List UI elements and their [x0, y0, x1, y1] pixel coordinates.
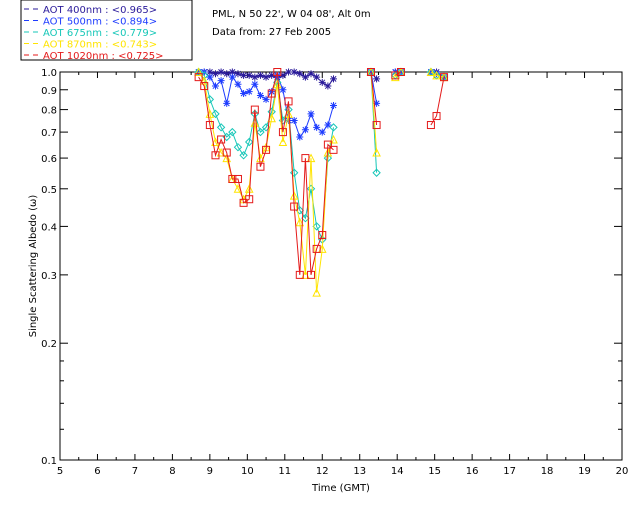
y-tick-label: 0.2 — [41, 339, 57, 350]
data-point-asterisk — [296, 70, 304, 78]
data-point-asterisk — [251, 80, 259, 88]
series-2 — [194, 67, 449, 244]
data-point-asterisk — [290, 68, 298, 76]
x-tick-label: 20 — [616, 466, 629, 477]
x-axis-label: Time (GMT) — [311, 483, 370, 494]
y-tick-label: 0.4 — [41, 222, 57, 233]
data-point-asterisk — [318, 78, 326, 86]
data-point-asterisk — [256, 91, 264, 99]
x-tick-label: 16 — [466, 466, 479, 477]
data-point-asterisk — [307, 110, 315, 118]
x-tick-label: 14 — [391, 466, 404, 477]
data-point-asterisk — [211, 70, 219, 78]
legend-label: AOT 500nm : <0.894> — [43, 17, 157, 28]
data-point-square — [426, 121, 435, 130]
data-point-asterisk — [223, 70, 231, 78]
chart-title-line-1: PML, N 50 22', W 04 08', Alt 0m — [212, 9, 371, 20]
x-tick-label: 13 — [353, 466, 366, 477]
data-point-asterisk — [228, 73, 236, 81]
data-point-asterisk — [245, 71, 253, 79]
plot-frame — [59, 71, 623, 461]
legend-label: AOT 1020nm : <0.725> — [43, 51, 163, 62]
legend-label: AOT 870nm : <0.743> — [43, 40, 157, 51]
albedo-chart: AOT 400nm : <0.965>AOT 500nm : <0.894>AO… — [20, 0, 629, 494]
x-tick-label: 11 — [278, 466, 291, 477]
data-point-asterisk — [296, 133, 304, 141]
y-axis-label: Single Scattering Albedo (ω) — [28, 195, 39, 338]
x-tick-label: 9 — [207, 466, 213, 477]
data-point-asterisk — [240, 90, 248, 98]
data-point-asterisk — [223, 99, 231, 107]
y-tick-label: 0.7 — [41, 128, 57, 139]
data-point-asterisk — [217, 77, 225, 85]
data-point-asterisk — [301, 73, 309, 81]
data-point-asterisk — [330, 101, 338, 109]
data-point-asterisk — [373, 75, 381, 83]
x-tick-label: 5 — [57, 466, 63, 477]
data-point-asterisk — [234, 80, 242, 88]
legend-label: AOT 675nm : <0.779> — [43, 28, 157, 39]
y-tick-label: 0.6 — [41, 154, 57, 165]
x-tick-label: 17 — [503, 466, 516, 477]
data-point-asterisk — [324, 82, 332, 90]
data-point-asterisk — [234, 70, 242, 78]
series-layer — [194, 67, 449, 297]
y-tick-label: 0.5 — [41, 185, 57, 196]
data-point-asterisk — [313, 123, 321, 131]
x-tick-label: 12 — [316, 466, 329, 477]
y-tick-label: 0.9 — [41, 86, 57, 97]
y-tick-label: 0.3 — [41, 271, 57, 282]
data-point-asterisk — [301, 126, 309, 134]
data-point-asterisk — [211, 82, 219, 90]
data-point-asterisk — [290, 116, 298, 124]
y-tick-label: 1.0 — [41, 68, 57, 79]
x-tick-label: 19 — [578, 466, 591, 477]
data-point-asterisk — [307, 70, 315, 78]
data-point-asterisk — [318, 128, 326, 136]
data-point-asterisk — [330, 75, 338, 83]
data-point-asterisk — [256, 71, 264, 79]
data-point-asterisk — [313, 73, 321, 81]
chart-title-line-2: Data from: 27 Feb 2005 — [212, 27, 331, 38]
data-point-asterisk — [262, 73, 270, 81]
data-point-asterisk — [245, 88, 253, 96]
legend: AOT 400nm : <0.965>AOT 500nm : <0.894>AO… — [24, 5, 163, 62]
series-line — [198, 71, 334, 293]
data-point-asterisk — [251, 73, 259, 81]
x-tick-label: 8 — [169, 466, 175, 477]
data-point-asterisk — [217, 68, 225, 76]
x-tick-label: 10 — [241, 466, 254, 477]
legend-label: AOT 400nm : <0.965> — [43, 5, 157, 16]
y-tick-label: 0.1 — [41, 456, 57, 467]
y-tick-label: 0.8 — [41, 106, 57, 117]
x-tick-label: 7 — [132, 466, 138, 477]
x-tick-label: 18 — [541, 466, 554, 477]
x-tick-label: 6 — [94, 466, 100, 477]
x-tick-label: 15 — [428, 466, 441, 477]
